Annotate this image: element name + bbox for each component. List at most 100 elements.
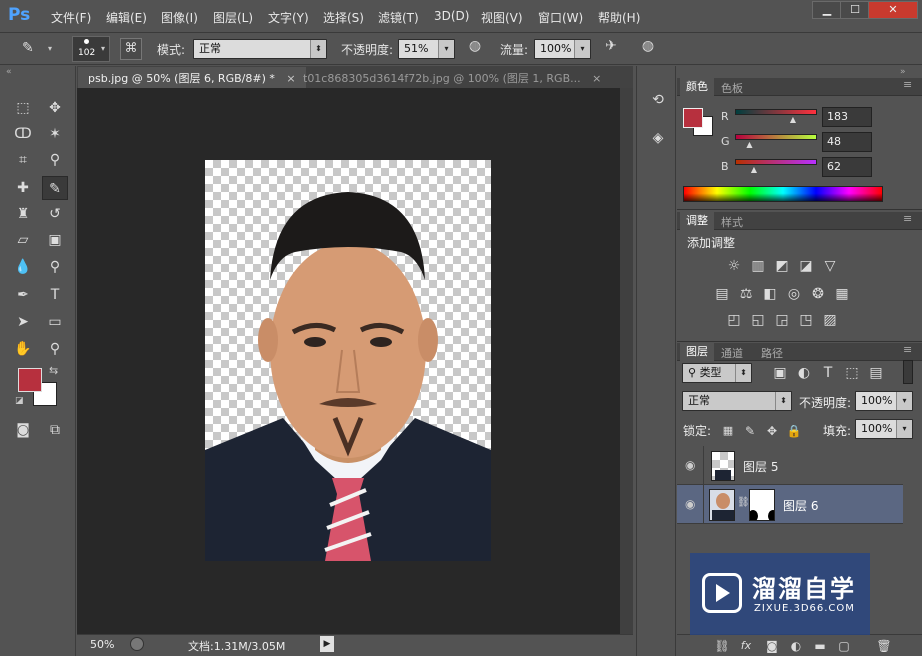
menu-view[interactable]: 视图(V) — [481, 9, 523, 26]
marquee-tool-icon[interactable]: ⬚ — [10, 96, 36, 120]
screen-mode-icon[interactable]: ⧉ — [42, 418, 68, 442]
dodge-tool-icon[interactable]: ⚲ — [42, 255, 68, 279]
panel-menu-icon[interactable]: ≡ — [903, 78, 912, 91]
brush-panel-toggle-icon[interactable]: ⌘ — [120, 38, 142, 60]
menu-window[interactable]: 窗口(W) — [538, 9, 583, 26]
selective-color-icon[interactable]: ◳ — [797, 312, 815, 328]
invert-icon[interactable]: ◰ — [725, 312, 743, 328]
gradient-tool-icon[interactable]: ▣ — [42, 228, 68, 252]
flow-field[interactable]: 100% ▾ — [534, 39, 591, 59]
tab-layers[interactable]: 图层 — [680, 343, 714, 361]
pen-tool-icon[interactable]: ✒ — [10, 283, 36, 307]
g-slider-knob[interactable]: ▲ — [746, 140, 752, 149]
maximize-button[interactable]: ☐ — [840, 1, 870, 19]
layer-mask-thumbnail[interactable] — [749, 489, 775, 521]
levels-icon[interactable]: ▥ — [749, 258, 767, 274]
link-layers-icon[interactable]: ⛓ — [713, 638, 731, 654]
color-lookup-icon[interactable]: ▦ — [833, 286, 851, 302]
swap-colors-icon[interactable]: ⇆ — [49, 364, 58, 377]
share-icon[interactable] — [130, 637, 144, 651]
tab-swatches[interactable]: 色板 — [721, 80, 743, 96]
lasso-tool-icon[interactable]: ↀ — [10, 122, 36, 146]
eraser-tool-icon[interactable]: ▱ — [10, 228, 36, 252]
chevron-down-icon[interactable]: ▾ — [48, 44, 52, 53]
chevron-down-icon[interactable]: ▾ — [438, 40, 454, 58]
3d-panel-icon[interactable]: ◈ — [647, 130, 669, 152]
tab-t01c[interactable]: t01c868305d3614f72b.jpg @ 100% (图层 1, RG… — [293, 67, 611, 88]
color-ramp[interactable] — [683, 186, 883, 202]
blur-tool-icon[interactable]: 💧 — [10, 255, 36, 279]
fx-icon[interactable]: fx — [737, 638, 755, 654]
exposure-icon[interactable]: ◪ — [797, 258, 815, 274]
quick-mask-icon[interactable]: ◙ — [10, 418, 36, 442]
status-menu-arrow-icon[interactable]: ▶ — [320, 636, 334, 652]
new-group-icon[interactable]: ▬ — [811, 638, 829, 654]
chevron-down-icon[interactable]: ▾ — [896, 420, 912, 438]
document-canvas[interactable] — [205, 160, 491, 561]
close-button[interactable]: ✕ — [868, 1, 918, 19]
tab-adjustments[interactable]: 调整 — [680, 212, 714, 230]
tab-styles[interactable]: 样式 — [721, 214, 743, 230]
layer-name[interactable]: 图层 6 — [783, 497, 818, 514]
brightness-contrast-icon[interactable]: ☼ — [725, 258, 743, 274]
curves-icon[interactable]: ◩ — [773, 258, 791, 274]
tab-color[interactable]: 颜色 — [680, 78, 714, 96]
hue-saturation-icon[interactable]: ▤ — [713, 286, 731, 302]
fg-swatch[interactable] — [683, 108, 703, 128]
layer-row-selected[interactable]: ◉ ⛓ 图层 6 — [677, 485, 903, 524]
mode-select[interactable]: 正常 ⬍ — [193, 39, 327, 59]
layer-filter-select[interactable]: ⚲ 类型 ⬍ — [682, 363, 752, 383]
layer-row[interactable]: ◉ 图层 5 — [677, 446, 903, 485]
link-icon[interactable]: ⛓ — [737, 497, 750, 508]
posterize-icon[interactable]: ◱ — [749, 312, 767, 328]
lock-paint-icon[interactable]: ✎ — [741, 423, 759, 439]
lock-transparent-icon[interactable]: ▦ — [719, 423, 737, 439]
new-adjustment-icon[interactable]: ◐ — [787, 638, 805, 654]
filter-smart-icon[interactable]: ▤ — [867, 365, 885, 381]
close-tab-icon[interactable]: × — [592, 72, 601, 85]
filter-pixel-icon[interactable]: ▣ — [771, 365, 789, 381]
fill-field[interactable]: 100% ▾ — [855, 419, 913, 439]
clone-stamp-tool-icon[interactable]: ♜ — [10, 202, 36, 226]
filter-adjustment-icon[interactable]: ◐ — [795, 365, 813, 381]
b-slider-knob[interactable]: ▲ — [751, 165, 757, 174]
black-white-icon[interactable]: ◧ — [761, 286, 779, 302]
pressure-opacity-icon[interactable]: ◍ — [464, 38, 486, 60]
filter-shape-icon[interactable]: ⬚ — [843, 365, 861, 381]
collapse-icon[interactable]: « — [6, 67, 12, 77]
path-selection-tool-icon[interactable]: ➤ — [10, 310, 36, 334]
menu-edit[interactable]: 编辑(E) — [106, 9, 147, 26]
panel-menu-icon[interactable]: ≡ — [903, 212, 912, 225]
g-value[interactable]: 48 — [822, 132, 872, 152]
menu-filter[interactable]: 滤镜(T) — [378, 9, 419, 26]
menu-layer[interactable]: 图层(L) — [213, 9, 253, 26]
lock-all-icon[interactable]: 🔒 — [785, 423, 803, 439]
default-colors-icon[interactable]: ◪ — [15, 396, 24, 406]
vibrance-icon[interactable]: ▽ — [821, 258, 839, 274]
layer-opacity-field[interactable]: 100% ▾ — [855, 391, 913, 411]
layers-scrollbar[interactable] — [903, 360, 913, 384]
crop-tool-icon[interactable]: ⌗ — [10, 148, 36, 172]
menu-file[interactable]: 文件(F) — [51, 9, 91, 26]
tab-paths[interactable]: 路径 — [761, 345, 783, 361]
new-layer-icon[interactable]: ▢ — [835, 638, 853, 654]
rectangle-tool-icon[interactable]: ▭ — [42, 310, 68, 334]
magic-wand-tool-icon[interactable]: ✶ — [42, 122, 68, 146]
brush-tool-icon[interactable]: ✎ — [42, 176, 68, 200]
trash-icon[interactable]: 🗑 — [875, 638, 893, 654]
photo-filter-icon[interactable]: ◎ — [785, 286, 803, 302]
chevron-down-icon[interactable]: ▾ — [574, 40, 590, 58]
vertical-scrollbar[interactable] — [620, 88, 633, 634]
brush-tool-icon[interactable]: ✎ — [22, 40, 46, 58]
chevron-down-icon[interactable]: ▾ — [896, 392, 912, 410]
menu-image[interactable]: 图像(I) — [161, 9, 198, 26]
brush-preset-picker[interactable]: 102 ▾ — [72, 36, 110, 62]
b-value[interactable]: 62 — [822, 157, 872, 177]
menu-type[interactable]: 文字(Y) — [268, 9, 309, 26]
opacity-field[interactable]: 51% ▾ — [398, 39, 455, 59]
history-brush-tool-icon[interactable]: ↺ — [42, 202, 68, 226]
blend-mode-select[interactable]: 正常 ⬍ — [682, 391, 792, 411]
eye-icon[interactable]: ◉ — [685, 497, 695, 511]
add-mask-icon[interactable]: ◙ — [763, 638, 781, 654]
channel-mixer-icon[interactable]: ❂ — [809, 286, 827, 302]
